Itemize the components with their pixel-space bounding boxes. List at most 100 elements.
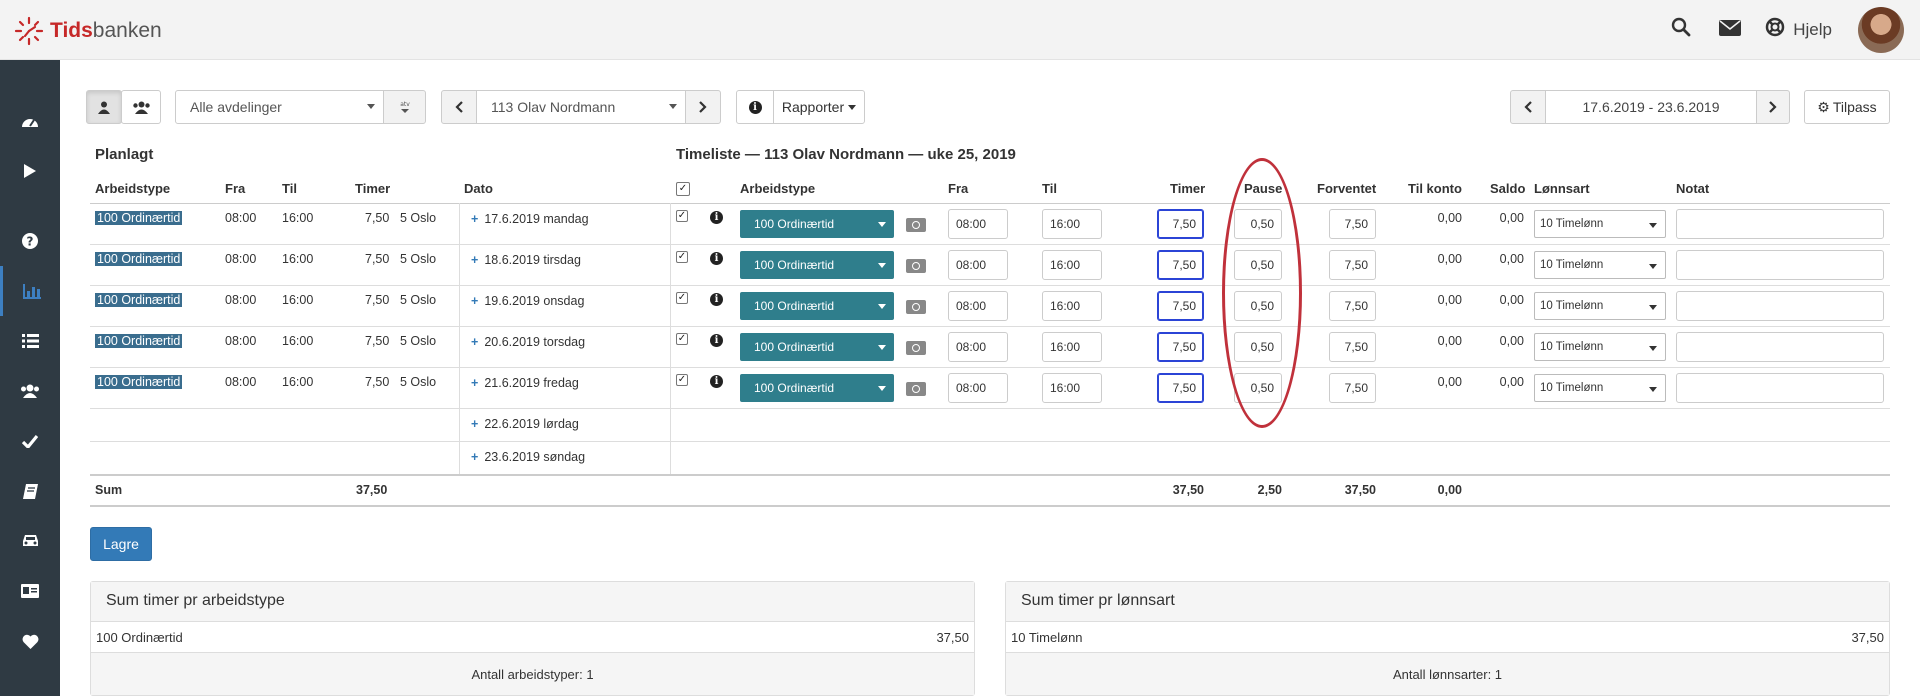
camera-icon[interactable]: [906, 382, 926, 396]
info-icon[interactable]: i: [710, 293, 723, 306]
logo[interactable]: Tidsbanken: [14, 16, 162, 46]
to-input[interactable]: 16:00: [1042, 373, 1102, 403]
user-icon: [98, 101, 110, 114]
row-checkbox[interactable]: ✓: [676, 374, 688, 386]
hours-input[interactable]: 7,50: [1157, 250, 1204, 280]
search-icon[interactable]: [1671, 17, 1691, 43]
wage-type-select[interactable]: 10 Timelønn: [1534, 210, 1666, 238]
panel-row-label: 10 Timelønn: [1011, 629, 1083, 645]
play-icon[interactable]: [0, 146, 60, 196]
date-cell[interactable]: +21.6.2019 fredag: [471, 376, 579, 390]
planned-location: 5 Oslo: [400, 211, 437, 225]
wage-type-select[interactable]: 10 Timelønn: [1534, 333, 1666, 361]
date-cell[interactable]: +17.6.2019 mandag: [471, 212, 589, 226]
from-input[interactable]: 08:00: [948, 332, 1008, 362]
reports-dropdown[interactable]: Rapporter: [773, 90, 865, 124]
expected-input[interactable]: 7,50: [1329, 209, 1376, 239]
to-input[interactable]: 16:00: [1042, 250, 1102, 280]
car-icon[interactable]: [0, 516, 60, 566]
svg-text:?: ?: [27, 235, 34, 249]
customize-button[interactable]: ⚙ Tilpass: [1804, 90, 1890, 124]
group-view-button[interactable]: [121, 90, 161, 124]
date-cell[interactable]: +20.6.2019 torsdag: [471, 335, 585, 349]
to-account-value: 0,00: [1437, 334, 1462, 348]
wage-type-value: 10 Timelønn: [1540, 259, 1604, 271]
expected-input[interactable]: 7,50: [1329, 373, 1376, 403]
row-checkbox[interactable]: ✓: [676, 251, 688, 263]
planned-to: 16:00: [282, 252, 314, 266]
worktype-select[interactable]: 100 Ordinærtid: [740, 251, 894, 279]
id-card-icon[interactable]: [0, 566, 60, 616]
row-checkbox[interactable]: ✓: [676, 333, 688, 345]
department-select[interactable]: Alle avdelinger: [175, 90, 384, 124]
sort-atv-button[interactable]: atv: [383, 90, 426, 124]
help-link[interactable]: Hjelp: [1755, 17, 1832, 43]
info-icon[interactable]: i: [710, 252, 723, 265]
hours-input[interactable]: 7,50: [1157, 291, 1204, 321]
heart-icon[interactable]: [0, 616, 60, 666]
from-input[interactable]: 08:00: [948, 291, 1008, 321]
to-input[interactable]: 16:00: [1042, 209, 1102, 239]
employee-value: 113 Olav Nordmann: [491, 99, 616, 115]
prev-employee-button[interactable]: [441, 90, 477, 124]
info-icon[interactable]: i: [710, 375, 723, 388]
from-input[interactable]: 08:00: [948, 209, 1008, 239]
book-icon[interactable]: [0, 466, 60, 516]
bar-chart-icon[interactable]: [0, 266, 60, 316]
to-input[interactable]: 16:00: [1042, 332, 1102, 362]
camera-icon[interactable]: [906, 341, 926, 355]
hours-input[interactable]: 7,50: [1157, 373, 1204, 403]
note-input[interactable]: [1676, 291, 1884, 321]
to-input[interactable]: 16:00: [1042, 291, 1102, 321]
info-icon[interactable]: i: [710, 211, 723, 224]
wage-type-select[interactable]: 10 Timelønn: [1534, 292, 1666, 320]
camera-icon[interactable]: [906, 259, 926, 273]
camera-icon[interactable]: [906, 218, 926, 232]
envelope-icon[interactable]: [1719, 19, 1742, 42]
note-input[interactable]: [1676, 373, 1884, 403]
date-cell[interactable]: +23.6.2019 søndag: [471, 450, 585, 464]
list-icon[interactable]: [0, 316, 60, 366]
save-button[interactable]: Lagre: [90, 527, 152, 561]
single-user-view-button[interactable]: [86, 90, 122, 124]
date-label: 20.6.2019 torsdag: [484, 335, 586, 349]
question-icon[interactable]: ?: [0, 216, 60, 266]
expected-input[interactable]: 7,50: [1329, 332, 1376, 362]
camera-icon[interactable]: [906, 300, 926, 314]
date-cell[interactable]: +22.6.2019 lørdag: [471, 417, 579, 431]
hours-input[interactable]: 7,50: [1157, 209, 1204, 239]
check-icon[interactable]: [0, 416, 60, 466]
date-cell[interactable]: +18.6.2019 tirsdag: [471, 253, 581, 267]
employee-select[interactable]: 113 Olav Nordmann: [476, 90, 686, 124]
wage-type-select[interactable]: 10 Timelønn: [1534, 251, 1666, 279]
note-input[interactable]: [1676, 209, 1884, 239]
wage-type-select[interactable]: 10 Timelønn: [1534, 374, 1666, 402]
from-input[interactable]: 08:00: [948, 250, 1008, 280]
date-cell[interactable]: +19.6.2019 onsdag: [471, 294, 584, 308]
worktype-select[interactable]: 100 Ordinærtid: [740, 210, 894, 238]
hours-input[interactable]: 7,50: [1157, 332, 1204, 362]
expected-input[interactable]: 7,50: [1329, 250, 1376, 280]
next-week-button[interactable]: [1756, 90, 1790, 124]
row-checkbox[interactable]: ✓: [676, 210, 688, 222]
note-input[interactable]: [1676, 332, 1884, 362]
next-employee-button[interactable]: [685, 90, 721, 124]
users-icon[interactable]: [0, 366, 60, 416]
expected-input[interactable]: 7,50: [1329, 291, 1376, 321]
select-all-checkbox[interactable]: ✓: [676, 182, 690, 196]
worktype-select[interactable]: 100 Ordinærtid: [740, 292, 894, 320]
worktype-select[interactable]: 100 Ordinærtid: [740, 333, 894, 361]
worktype-select[interactable]: 100 Ordinærtid: [740, 374, 894, 402]
from-input[interactable]: 08:00: [948, 373, 1008, 403]
info-button[interactable]: i: [736, 90, 774, 124]
header-divider: [90, 203, 1890, 204]
dashboard-icon[interactable]: [0, 96, 60, 146]
date-range-field[interactable]: 17.6.2019 - 23.6.2019: [1545, 90, 1757, 124]
prev-week-button[interactable]: [1510, 90, 1546, 124]
sum-divider: [90, 474, 1890, 476]
row-checkbox[interactable]: ✓: [676, 292, 688, 304]
info-icon[interactable]: i: [710, 334, 723, 347]
ts-sum-expected: 37,50: [1344, 483, 1376, 497]
note-input[interactable]: [1676, 250, 1884, 280]
avatar[interactable]: [1858, 7, 1904, 53]
